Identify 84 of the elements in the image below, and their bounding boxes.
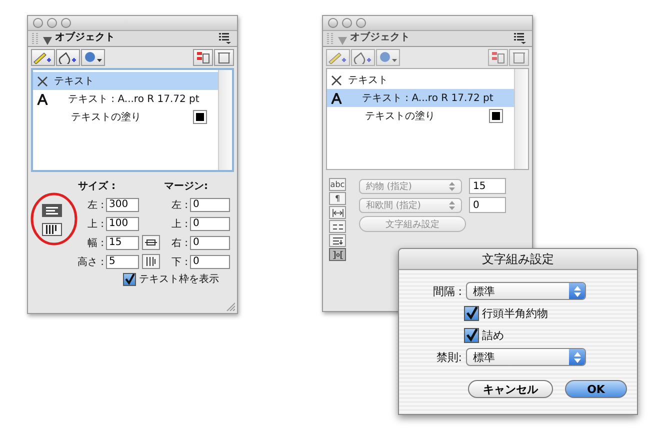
duplicate-icon[interactable] xyxy=(193,48,213,66)
row-label: テキスト xyxy=(348,74,388,87)
palette-title: オブジェクト xyxy=(55,30,116,44)
list-row[interactable]: テキスト : A...ro R 17.72 pt xyxy=(327,89,514,107)
popup-menu[interactable]: 標準 xyxy=(466,348,586,366)
field-label: 上 : xyxy=(170,218,188,230)
row-label: テキストの塗り xyxy=(365,110,436,123)
fit-frame-icon xyxy=(145,238,157,247)
field-label: 幅 : xyxy=(86,236,104,250)
menu-icon[interactable] xyxy=(514,33,526,44)
show-frame-checkbox[interactable]: テキスト枠を表示 xyxy=(34,272,237,286)
stepper-arrows-icon xyxy=(449,200,455,210)
margin-input[interactable]: 0 xyxy=(190,236,230,250)
checkbox[interactable]: 行頭半角約物 xyxy=(464,304,637,322)
margin-input[interactable]: 0 xyxy=(190,216,230,230)
pencil-tool-button[interactable] xyxy=(326,48,350,66)
popup-menu[interactable]: 標準 xyxy=(466,282,586,300)
collapse-triangle-icon[interactable] xyxy=(43,37,52,45)
cross-icon xyxy=(37,76,48,86)
color-swatch[interactable] xyxy=(490,110,502,122)
effects-tool-button[interactable] xyxy=(81,48,105,66)
checkmark-icon xyxy=(124,274,135,284)
field-label: 上 : xyxy=(86,218,104,230)
grip-icon[interactable] xyxy=(327,32,335,44)
field-label: 左 : xyxy=(86,198,104,212)
size-input[interactable]: 100 xyxy=(106,216,139,230)
width-icon xyxy=(332,208,344,216)
dialog-button[interactable]: キャンセル xyxy=(468,380,553,398)
stroke-tool-button[interactable] xyxy=(56,48,80,66)
checkmark-icon xyxy=(465,328,478,342)
field-label: 左 : xyxy=(170,198,188,212)
list-row[interactable]: テキスト : A...ro R 17.72 pt xyxy=(33,90,218,108)
lines-arrow-icon xyxy=(332,236,344,244)
size-input[interactable]: 15 xyxy=(106,236,139,250)
dialog-title: 文字組み設定 xyxy=(399,249,637,270)
margin-input[interactable]: 0 xyxy=(190,198,230,212)
margin-heading: マージン: xyxy=(164,180,209,192)
lines-icon xyxy=(332,222,344,230)
size-input[interactable]: 300 xyxy=(106,198,139,212)
brackets-icon xyxy=(332,250,344,258)
row-label: テキスト : A...ro R 17.72 pt xyxy=(68,93,200,106)
field-label: 下 : xyxy=(170,256,188,268)
trash-icon[interactable] xyxy=(214,48,234,66)
stroke-tool-button[interactable] xyxy=(351,48,375,66)
scrollbar[interactable] xyxy=(514,69,528,169)
list-row[interactable]: テキストの塗り xyxy=(33,108,218,126)
cross-icon xyxy=(331,74,342,86)
dialog-button[interactable]: OK xyxy=(565,380,627,398)
color-swatch[interactable] xyxy=(194,111,206,123)
scrollbar[interactable] xyxy=(218,70,232,170)
trash-icon[interactable] xyxy=(509,48,529,66)
fit-button[interactable] xyxy=(142,235,160,250)
highlight-circle xyxy=(30,192,78,246)
fit-button[interactable] xyxy=(142,254,160,269)
frame-type-button[interactable] xyxy=(42,223,62,236)
letter-a-icon xyxy=(37,94,48,104)
list-row[interactable]: テキスト xyxy=(327,71,514,89)
row-label: テキスト xyxy=(54,75,94,88)
field-label: 禁則: xyxy=(435,350,463,364)
row-label: テキスト : A...ro R 17.72 pt xyxy=(362,92,494,105)
menu-icon[interactable] xyxy=(219,33,231,44)
size-heading: サイズ : xyxy=(77,180,116,192)
effects-tool-button[interactable] xyxy=(376,48,400,66)
list-row[interactable]: テキスト xyxy=(33,72,218,90)
size-input[interactable]: 5 xyxy=(106,254,139,268)
stepper-arrows-icon xyxy=(449,182,455,190)
row-label: テキストの塗り xyxy=(71,111,142,124)
pencil-tool-button[interactable] xyxy=(31,48,55,66)
resize-grip-icon[interactable] xyxy=(226,302,235,311)
letter-a-icon xyxy=(331,92,342,104)
margin-input[interactable]: 0 xyxy=(190,254,230,268)
list-row[interactable]: テキストの塗り xyxy=(327,107,514,125)
field-label: 高さ : xyxy=(76,256,104,268)
stepper-arrows-icon xyxy=(569,349,585,365)
grip-icon[interactable] xyxy=(32,32,40,44)
duplicate-icon[interactable] xyxy=(488,48,508,66)
field-label: 右 : xyxy=(170,236,188,250)
checkmark-icon xyxy=(465,306,478,320)
palette-title: オブジェクト xyxy=(350,30,411,44)
checkbox[interactable]: 詰め xyxy=(464,326,637,344)
stepper-arrows-icon xyxy=(569,283,585,299)
frame-type-button[interactable] xyxy=(42,204,62,217)
columns-icon xyxy=(145,257,157,266)
field-label: 間隔 : xyxy=(432,284,463,298)
